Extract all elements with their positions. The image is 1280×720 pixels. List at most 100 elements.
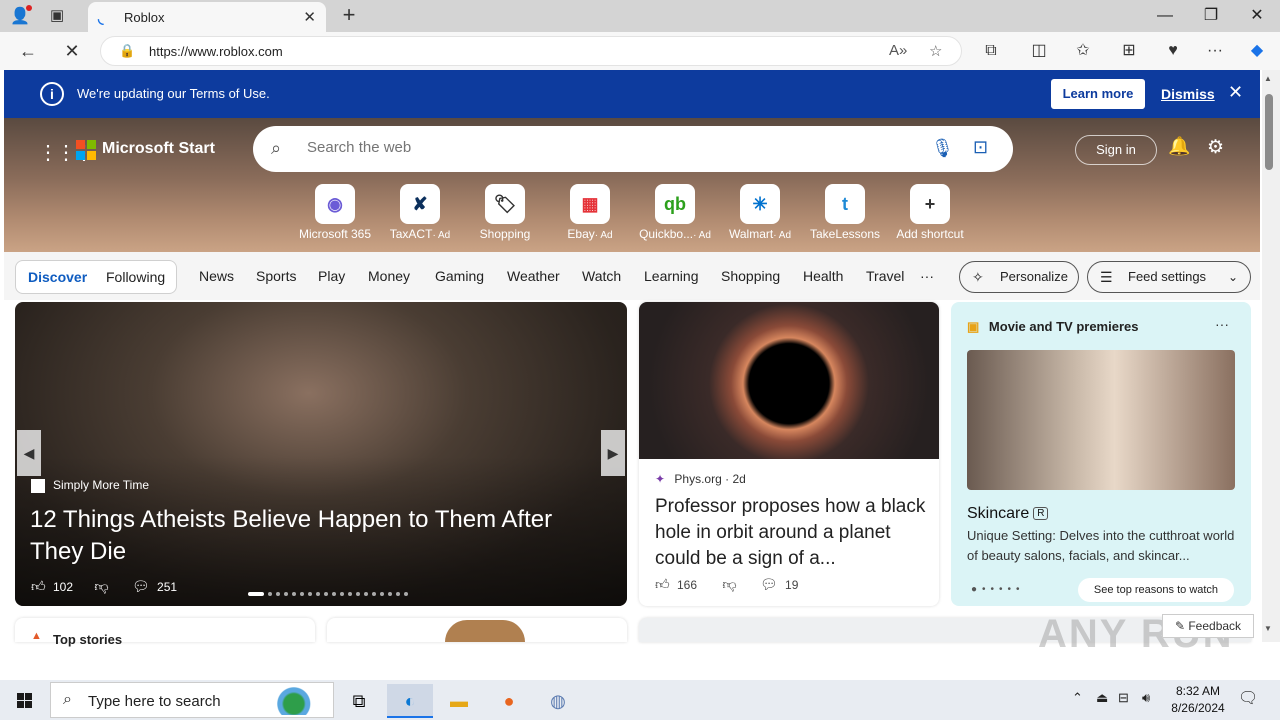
quick-link-1[interactable]: ✘ TaxACT· Ad: [380, 184, 460, 241]
carousel-prev-button[interactable]: ◀: [17, 430, 41, 476]
read-aloud-icon[interactable]: A»: [889, 42, 907, 59]
browser-tab-roblox[interactable]: ◟ Roblox ✕: [88, 2, 326, 32]
extensions-icon[interactable]: ⧉: [976, 38, 1006, 64]
nav-health[interactable]: Health: [803, 268, 843, 284]
tab-discover[interactable]: Discover: [28, 269, 87, 285]
story-headline[interactable]: 12 Things Atheists Believe Happen to The…: [30, 504, 590, 568]
comment-icon[interactable]: 💬︎: [760, 576, 778, 592]
stop-loading-icon[interactable]: ✕: [58, 38, 86, 64]
scroll-up-icon[interactable]: ▲: [1264, 74, 1272, 83]
favorite-star-icon[interactable]: ☆: [929, 42, 942, 60]
quick-link-2[interactable]: 🏷 Shopping: [465, 184, 545, 241]
carousel-dot[interactable]: [284, 591, 288, 596]
network-app-icon[interactable]: ◍: [535, 684, 581, 718]
carousel-dot[interactable]: [404, 591, 408, 596]
quick-link-3[interactable]: ▦ Ebay· Ad: [550, 184, 630, 241]
edge-browser-icon[interactable]: ◐: [387, 684, 433, 718]
top-stories-card[interactable]: ▲ Top stories: [15, 618, 315, 647]
more-options-icon[interactable]: ···: [1215, 316, 1229, 332]
collections-icon[interactable]: ⊞: [1114, 38, 1144, 64]
carousel-next-button[interactable]: ▶: [601, 430, 625, 476]
back-arrow-icon[interactable]: ←: [14, 38, 42, 64]
nav-play[interactable]: Play: [318, 268, 345, 284]
dismiss-link[interactable]: Dismiss: [1161, 86, 1215, 102]
personalize-button[interactable]: ✧ Personalize: [959, 261, 1079, 293]
split-screen-icon[interactable]: ◫: [1024, 38, 1054, 64]
url-text[interactable]: https://www.roblox.com: [149, 44, 283, 59]
carousel-dot[interactable]: [332, 591, 336, 596]
story-source[interactable]: ✦ Phys.org · 2d: [655, 472, 746, 486]
movie-title-row[interactable]: Skincare R: [967, 505, 1049, 523]
carousel-dot[interactable]: [276, 591, 280, 596]
volume-icon[interactable]: 🔊︎: [1142, 690, 1150, 706]
microsoft-logo-icon[interactable]: [76, 140, 96, 160]
learn-more-button[interactable]: Learn more: [1051, 79, 1145, 109]
system-clock[interactable]: 8:32 AM 8/26/2024: [1166, 683, 1230, 717]
task-view-icon[interactable]: ⧉: [336, 684, 382, 718]
carousel-dot[interactable]: [364, 591, 368, 596]
show-hidden-icons-icon[interactable]: ⌃: [1072, 690, 1083, 706]
usb-device-icon[interactable]: ⏏: [1096, 690, 1108, 706]
see-top-reasons-button[interactable]: See top reasons to watch: [1078, 578, 1234, 602]
web-search-box[interactable]: ⌕ 🎙 ⊡: [253, 126, 1013, 172]
carousel-dot[interactable]: [396, 591, 400, 596]
microphone-icon[interactable]: 🎙: [931, 138, 954, 159]
nav-news[interactable]: News: [199, 268, 234, 284]
close-tab-icon[interactable]: ✕: [303, 8, 316, 26]
carousel-dot[interactable]: [308, 591, 312, 596]
comment-icon[interactable]: 💬︎: [132, 578, 150, 594]
restore-button[interactable]: ❐: [1188, 0, 1234, 32]
tab-actions-icon[interactable]: ▣: [50, 6, 70, 26]
quick-link-5[interactable]: ✳ Walmart· Ad: [720, 184, 800, 241]
nav-watch[interactable]: Watch: [582, 268, 621, 284]
carousel-dot[interactable]: [292, 591, 296, 596]
carousel-dot[interactable]: [356, 591, 360, 596]
carousel-dot[interactable]: [300, 591, 304, 596]
black-hole-story-card[interactable]: ✦ Phys.org · 2d Professor proposes how a…: [639, 302, 939, 606]
scrollbar-thumb[interactable]: [1265, 94, 1273, 170]
carousel-dot[interactable]: [316, 591, 320, 596]
feedback-button[interactable]: ✎ Feedback: [1162, 614, 1254, 638]
taskbar-search-box[interactable]: ⌕ Type here to search: [50, 682, 334, 718]
carousel-dot[interactable]: [348, 591, 352, 596]
carousel-dot[interactable]: [340, 591, 344, 596]
card-carousel-dots[interactable]: ●•••••: [971, 584, 1025, 595]
nav-gaming[interactable]: Gaming: [435, 268, 484, 284]
carousel-dot[interactable]: [248, 591, 264, 596]
story-headline[interactable]: Professor proposes how a black hole in o…: [655, 494, 927, 572]
carousel-dot[interactable]: [388, 591, 392, 596]
carousel-dot[interactable]: [324, 591, 328, 596]
movie-still-image[interactable]: [967, 350, 1235, 490]
dislike-icon[interactable]: 👎︎: [722, 576, 736, 592]
minimize-button[interactable]: —: [1142, 0, 1188, 32]
main-story-card[interactable]: ◀ ▶ Simply More Time 12 Things Atheists …: [15, 302, 627, 606]
nav-shopping[interactable]: Shopping: [721, 268, 780, 284]
search-input[interactable]: [307, 139, 867, 156]
windows-start-icon[interactable]: [0, 680, 48, 720]
nav-money[interactable]: Money: [368, 268, 410, 284]
like-icon[interactable]: 👍︎: [31, 578, 46, 594]
nav-sports[interactable]: Sports: [256, 268, 296, 284]
settings-more-icon[interactable]: ···: [1200, 38, 1230, 64]
movie-premieres-card[interactable]: ▣ Movie and TV premieres ··· Skincare R U…: [951, 302, 1251, 606]
visual-search-icon[interactable]: ⊡: [973, 137, 988, 158]
carousel-dot[interactable]: [380, 591, 384, 596]
close-notice-icon[interactable]: ✕: [1228, 82, 1243, 103]
carousel-dot[interactable]: [268, 591, 272, 596]
network-icon[interactable]: ⊟: [1118, 690, 1129, 706]
product-card[interactable]: [327, 618, 627, 642]
quick-link-0[interactable]: ◉ Microsoft 365: [295, 184, 375, 241]
sign-in-button[interactable]: Sign in: [1075, 135, 1157, 165]
close-window-button[interactable]: ✕: [1234, 0, 1280, 32]
carousel-dot[interactable]: [372, 591, 376, 596]
notification-bell-icon[interactable]: 🔔: [1168, 136, 1190, 157]
carousel-dots[interactable]: [248, 585, 412, 603]
firefox-icon[interactable]: ●: [486, 684, 532, 718]
scroll-down-icon[interactable]: ▼: [1264, 624, 1272, 633]
favorites-icon[interactable]: ✩: [1068, 38, 1098, 64]
notification-center-icon[interactable]: 🗨︎: [1238, 688, 1258, 708]
tab-following[interactable]: Following: [106, 269, 165, 285]
more-categories-button[interactable]: ···: [920, 268, 934, 284]
gear-icon[interactable]: ⚙: [1207, 136, 1224, 159]
nav-travel[interactable]: Travel: [866, 268, 904, 284]
